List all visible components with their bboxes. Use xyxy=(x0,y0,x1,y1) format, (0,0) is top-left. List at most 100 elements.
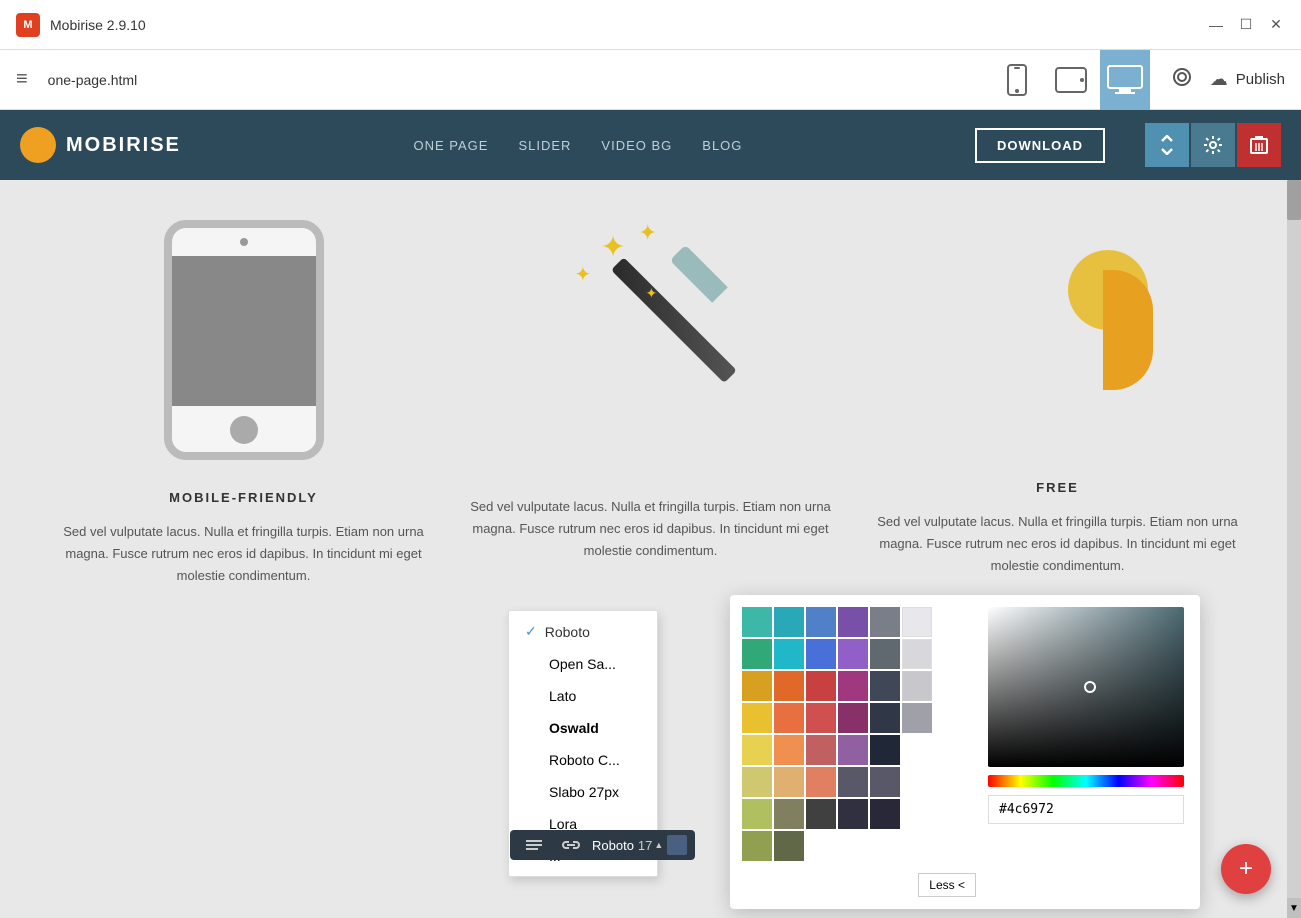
preview-button[interactable] xyxy=(1170,65,1194,95)
maximize-button[interactable]: ☐ xyxy=(1237,16,1255,34)
swatch[interactable] xyxy=(838,607,868,637)
swatch[interactable] xyxy=(806,703,836,733)
swatch[interactable] xyxy=(742,831,772,861)
swatch[interactable] xyxy=(838,767,868,797)
gradient-cursor[interactable] xyxy=(1084,681,1096,693)
gradient-canvas[interactable] xyxy=(988,607,1184,767)
scroll-down-arrow[interactable]: ▼ xyxy=(1287,898,1301,918)
swatch[interactable] xyxy=(902,607,932,637)
swatch[interactable] xyxy=(742,735,772,765)
swatch[interactable] xyxy=(870,703,900,733)
swatch[interactable] xyxy=(806,767,836,797)
desktop-view-button[interactable] xyxy=(1100,50,1150,110)
feature-title-mobile: MOBILE-FRIENDLY xyxy=(169,490,318,505)
swatch[interactable] xyxy=(742,607,772,637)
window-controls: — ☐ ✕ xyxy=(1207,16,1285,34)
swatch[interactable] xyxy=(870,735,900,765)
swatch[interactable] xyxy=(838,639,868,669)
device-switcher xyxy=(992,50,1150,110)
swatch[interactable] xyxy=(870,607,900,637)
app-logo-nav: MOBIRISE xyxy=(20,127,181,163)
delete-button[interactable] xyxy=(1237,123,1281,167)
less-button[interactable]: Less < xyxy=(918,873,976,897)
swatch[interactable] xyxy=(742,671,772,701)
font-option-roboto[interactable]: ✓ Roboto xyxy=(509,615,657,648)
check-icon: ✓ xyxy=(525,623,537,640)
swatch[interactable] xyxy=(902,671,932,701)
size-arrow-icon: ▲ xyxy=(654,840,663,850)
swatch[interactable] xyxy=(838,703,868,733)
swatch[interactable] xyxy=(870,671,900,701)
swatch[interactable] xyxy=(902,703,932,733)
feature-text-wand: Sed vel vulputate lacus. Nulla et fringi… xyxy=(467,496,834,562)
swatch[interactable] xyxy=(742,639,772,669)
swatch[interactable] xyxy=(870,799,900,829)
scrollbar-thumb[interactable] xyxy=(1287,180,1301,220)
logo-text: MOBIRISE xyxy=(66,134,181,157)
mobile-view-button[interactable] xyxy=(992,50,1042,110)
font-name-label[interactable]: Roboto xyxy=(592,838,634,853)
font-option-slabo[interactable]: Slabo 27px xyxy=(509,776,657,808)
menu-icon[interactable]: ≡ xyxy=(16,68,28,91)
tablet-view-button[interactable] xyxy=(1046,50,1096,110)
add-block-button[interactable]: + xyxy=(1221,844,1271,894)
swatch[interactable] xyxy=(806,799,836,829)
settings-button[interactable] xyxy=(1191,123,1235,167)
nav-link-videobg[interactable]: VIDEO BG xyxy=(601,138,672,153)
font-option-lato[interactable]: Lato xyxy=(509,680,657,712)
swatch[interactable] xyxy=(806,607,836,637)
format-toolbar: Roboto 17 ▲ xyxy=(510,830,695,860)
app-logo: M xyxy=(16,13,40,37)
minimize-button[interactable]: — xyxy=(1207,16,1225,34)
swatch[interactable] xyxy=(742,703,772,733)
swatch[interactable] xyxy=(774,735,804,765)
swatch[interactable] xyxy=(870,639,900,669)
swatch[interactable] xyxy=(838,799,868,829)
swatch[interactable] xyxy=(870,767,900,797)
features-section: MOBILE-FRIENDLY Sed vel vulputate lacus.… xyxy=(0,180,1301,627)
font-option-opensans[interactable]: Open Sa... xyxy=(509,648,657,680)
app-title: Mobirise 2.9.10 xyxy=(50,17,1197,33)
swatch[interactable] xyxy=(774,767,804,797)
close-button[interactable]: ✕ xyxy=(1267,16,1285,34)
swatch[interactable] xyxy=(774,639,804,669)
download-button[interactable]: DOWNLOAD xyxy=(975,128,1105,163)
feature-item-free: FREE Sed vel vulputate lacus. Nulla et f… xyxy=(874,220,1241,577)
nav-link-onepage[interactable]: ONE PAGE xyxy=(414,138,489,153)
nav-link-blog[interactable]: BLOG xyxy=(702,138,742,153)
color-swatches: Less < xyxy=(742,607,976,897)
titlebar: M Mobirise 2.9.10 — ☐ ✕ xyxy=(0,0,1301,50)
toolbar: ≡ one-page.html ☁ Publish xyxy=(0,50,1301,110)
swatch[interactable] xyxy=(902,639,932,669)
font-option-robotocondensed[interactable]: Roboto C... xyxy=(509,744,657,776)
block-controls xyxy=(1145,123,1281,167)
swatch[interactable] xyxy=(742,767,772,797)
align-button[interactable] xyxy=(518,835,550,855)
swatch[interactable] xyxy=(774,671,804,701)
color-picker-button[interactable] xyxy=(667,835,687,855)
app-navbar: MOBIRISE ONE PAGE SLIDER VIDEO BG BLOG D… xyxy=(0,110,1301,180)
swatch[interactable] xyxy=(774,831,804,861)
swatch[interactable] xyxy=(774,799,804,829)
hex-input[interactable] xyxy=(988,795,1184,824)
nav-link-slider[interactable]: SLIDER xyxy=(518,138,571,153)
swatch[interactable] xyxy=(742,799,772,829)
sort-button[interactable] xyxy=(1145,123,1189,167)
feature-item-wand: ✦ ✦ ✦ ✦ Sed vel vulputate lacus. Nulla e… xyxy=(467,220,834,562)
color-picker-panel: Less < xyxy=(730,595,1200,909)
hue-slider[interactable] xyxy=(988,775,1184,787)
swatch[interactable] xyxy=(806,735,836,765)
font-option-oswald[interactable]: Oswald xyxy=(509,712,657,744)
swatch[interactable] xyxy=(806,639,836,669)
font-size-label[interactable]: 17 ▲ xyxy=(638,838,663,853)
publish-button[interactable]: ☁ Publish xyxy=(1210,69,1285,90)
swatch[interactable] xyxy=(774,607,804,637)
toolbar-right: ☁ Publish xyxy=(1170,65,1285,95)
swatch[interactable] xyxy=(838,671,868,701)
wand-image: ✦ ✦ ✦ ✦ xyxy=(551,220,751,460)
swatch[interactable] xyxy=(806,671,836,701)
link-button[interactable] xyxy=(554,834,588,856)
gradient-picker xyxy=(988,607,1188,897)
swatch[interactable] xyxy=(838,735,868,765)
swatch[interactable] xyxy=(774,703,804,733)
